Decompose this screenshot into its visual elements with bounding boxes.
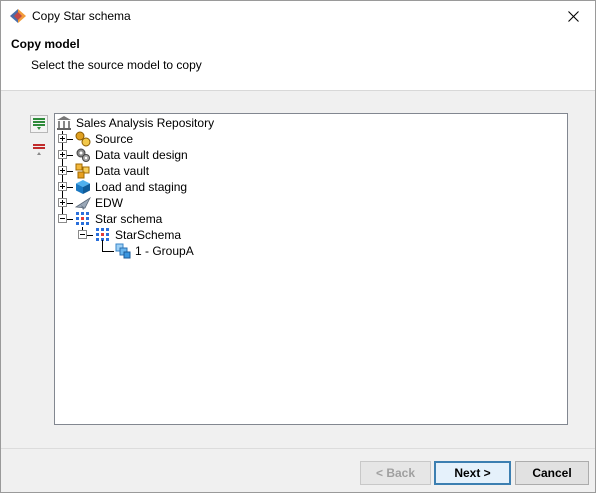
expand-toggle[interactable] [58,134,67,143]
tree-item-label: StarSchema [115,228,182,242]
expand-toggle[interactable] [58,198,67,207]
grid-dots-icon [95,227,111,243]
tree-item-label: Star schema [95,212,163,226]
tree-item-label: Data vault [95,164,150,178]
tree-root-label: Sales Analysis Repository [76,116,215,130]
title-bar: Copy Star schema [1,1,595,31]
back-button[interactable]: < Back [360,461,431,485]
expand-toggle[interactable] [58,182,67,191]
expand-toggle[interactable] [58,150,67,159]
tree-item-label: 1 - GroupA [135,244,194,258]
footer-divider [1,448,595,449]
cancel-button[interactable]: Cancel [515,461,589,485]
tree-item-data-vault-design[interactable]: Data vault design [75,147,188,163]
tree-connector [102,240,103,251]
expand-toggle[interactable] [58,166,67,175]
tree-item-source[interactable]: Source [75,131,133,147]
collapse-toggle[interactable] [58,214,67,223]
blue-cube-icon [75,179,91,195]
tree-root[interactable]: Sales Analysis Repository [56,115,214,131]
expand-all-icon [33,118,45,130]
tree-item-label: EDW [95,196,123,210]
tree-item-label: Source [95,132,134,146]
tree-item-starschema-model[interactable]: StarSchema [95,227,181,243]
repository-icon [56,115,72,131]
collapse-toggle[interactable] [78,230,87,239]
copy-star-schema-dialog: Copy Star schema Copy model Select the s… [0,0,596,493]
collapse-all-button[interactable] [30,141,48,159]
next-button[interactable]: Next > [434,461,511,485]
grid-dots-icon [75,211,91,227]
tree-item-label: Data vault design [95,148,188,162]
app-logo-icon [10,9,26,23]
tree-item-star-schema[interactable]: Star schema [75,211,162,227]
close-button[interactable] [551,1,595,31]
plane-icon [74,195,92,211]
gears-icon [75,147,91,163]
tree-item-load-and-staging[interactable]: Load and staging [75,179,187,195]
wizard-header: Copy model Select the source model to co… [1,31,595,91]
tree-item-data-vault[interactable]: Data vault [75,163,149,179]
tree-item-label: Load and staging [95,180,188,194]
tree-item-group-a[interactable]: 1 - GroupA [115,243,194,259]
tree-item-edw[interactable]: EDW [74,195,123,211]
collapse-all-icon [33,144,45,155]
page-subtitle: Select the source model to copy [31,58,202,72]
model-tree[interactable]: Sales Analysis Repository Source Data va… [54,113,568,425]
expand-all-button[interactable] [30,115,48,133]
page-title: Copy model [11,37,80,51]
source-keys-icon [75,131,91,147]
window-title: Copy Star schema [32,9,131,23]
cubes-icon [75,163,91,179]
tree-connector [102,251,114,252]
close-icon [567,10,579,22]
group-cubes-icon [115,243,131,259]
